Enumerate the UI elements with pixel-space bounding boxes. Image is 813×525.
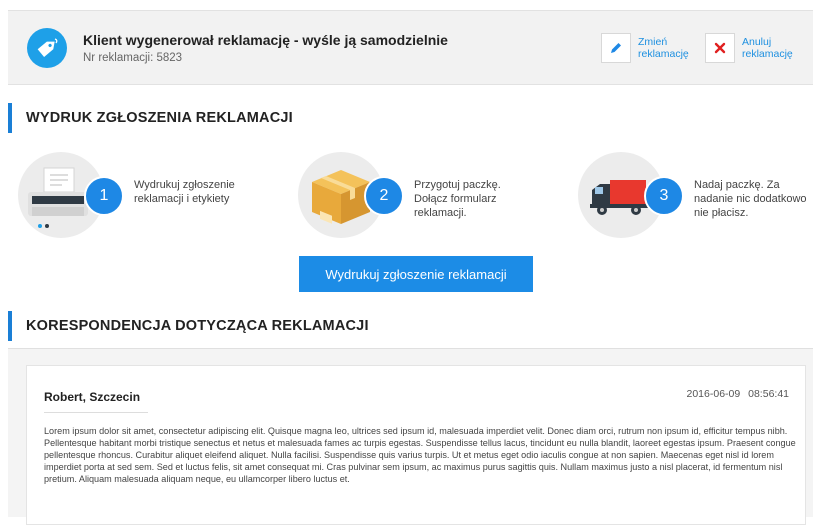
correspondence-section-title: KORESPONDENCJA DOTYCZĄCA REKLAMACJI <box>26 318 369 334</box>
close-icon <box>705 33 735 63</box>
message-body: Lorem ipsum dolor sit amet, consectetur … <box>44 426 796 484</box>
step-number-3: 3 <box>644 176 684 216</box>
step-number-2: 2 <box>364 176 404 216</box>
cancel-complaint-label[interactable]: Anuluj reklamację <box>742 36 802 60</box>
step-text-2: Przygotuj paczkę. Dołącz formularz rekla… <box>414 179 501 219</box>
complaint-number: Nr reklamacji: 5823 <box>83 52 183 64</box>
message-author: Robert, Szczecin <box>44 390 141 404</box>
tag-icon <box>27 28 67 68</box>
edit-complaint-button[interactable]: Zmień reklamację <box>601 31 698 65</box>
heading-accent-bar <box>8 311 12 341</box>
heading-accent-bar <box>8 103 12 133</box>
page-title: Klient wygenerował reklamację - wyśle ją… <box>83 32 448 48</box>
complaint-header: Klient wygenerował reklamację - wyśle ją… <box>8 10 813 85</box>
cancel-complaint-button[interactable]: Anuluj reklamację <box>705 31 802 65</box>
correspondence-section-heading: KORESPONDENCJA DOTYCZĄCA REKLAMACJI <box>8 311 369 341</box>
step-number-1: 1 <box>84 176 124 216</box>
step-text-3: Nadaj paczkę. Za nadanie nic dodatkowo n… <box>694 179 807 219</box>
message-card: Robert, Szczecin 2016-06-09 08:56:41 Lor… <box>26 365 806 525</box>
step-text-1: Wydrukuj zgłoszenie reklamacji i etykiet… <box>134 179 235 205</box>
print-section-heading: WYDRUK ZGŁOSZENIA REKLAMACJI <box>8 103 293 133</box>
message-date: 2016-06-09 08:56:41 <box>686 388 790 400</box>
correspondence-panel: Robert, Szczecin 2016-06-09 08:56:41 Lor… <box>8 348 813 525</box>
author-divider <box>44 412 148 413</box>
print-section-title: WYDRUK ZGŁOSZENIA REKLAMACJI <box>26 110 293 126</box>
print-complaint-button[interactable]: Wydrukuj zgłoszenie reklamacji <box>299 256 533 292</box>
pencil-icon <box>601 33 631 63</box>
edit-complaint-label[interactable]: Zmień reklamację <box>638 36 698 60</box>
